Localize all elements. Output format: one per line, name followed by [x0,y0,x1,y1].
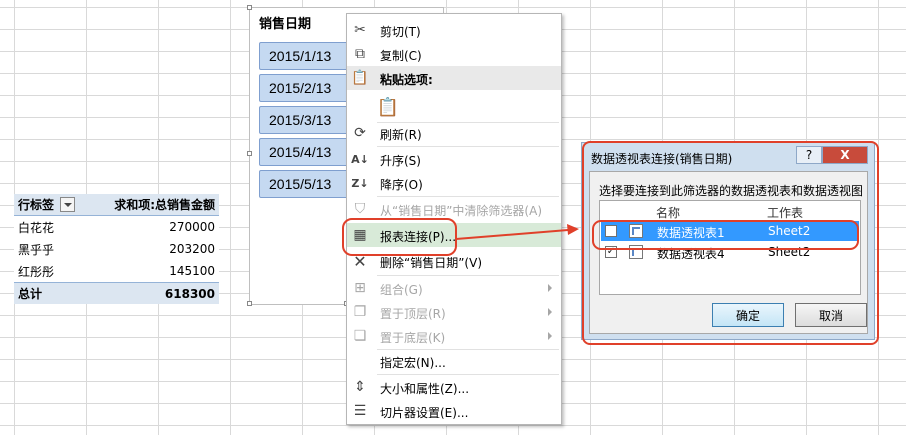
submenu-arrow-icon [548,308,552,316]
resize-handle[interactable] [247,151,252,156]
menu-item-send-to-back: ❏ 置于底层(K) [347,324,561,348]
resize-handle[interactable] [247,5,252,10]
menu-item-report-connections[interactable]: ▦ 报表连接(P)... [347,223,561,247]
bring-to-front-icon: ❐ [353,304,367,320]
row-name: 白花花 [18,220,55,235]
resize-handle[interactable] [247,301,252,306]
refresh-icon: ⟳ [354,125,366,141]
cancel-button[interactable]: 取消 [795,303,867,327]
list-item[interactable]: ✓ 数据透视表4 Sheet2 [601,242,859,262]
menu-item-cut[interactable]: ✂ 剪切(T) [347,18,561,42]
menu-item-sort-descending[interactable]: Z↓ 降序(O) [347,171,561,195]
help-button[interactable]: ? [796,146,822,164]
report-connections-icon: ▦ [353,227,367,243]
clear-filter-icon: ⛉ [354,201,366,217]
column-header-sheet: 工作表 [767,206,804,220]
menu-item-delete[interactable]: ✕ 删除“销售日期”(V) [347,249,561,273]
close-button[interactable]: X [822,146,868,164]
slicer-settings-icon: ☰ [353,403,367,419]
pivot-connections-list: 名称 工作表 数据透视表1 Sheet2 ✓ 数据透视表4 Sheet2 [599,200,861,295]
clipboard-icon: 📋 [351,70,369,86]
size-properties-icon: ⇕ [354,379,366,395]
paste-icon: 📋 [376,96,400,118]
copy-icon: ⧉ [355,46,365,62]
pivot-table-icon [629,224,643,238]
menu-paste-options-header: 📋 粘贴选项: [347,66,561,90]
menu-item-group: ⊞ 组合(G) [347,276,561,300]
submenu-arrow-icon [548,284,552,292]
menu-item-sort-ascending[interactable]: A↓ 升序(S) [347,147,561,171]
row-label-header: 行标签 [18,198,55,212]
dialog-body: 选择要连接到此筛选器的数据透视表和数据透视图 名称 工作表 数据透视表1 She… [589,171,868,334]
pivot-connections-dialog: 数据透视表连接(销售日期) ? X 选择要连接到此筛选器的数据透视表和数据透视图… [581,142,875,340]
row-filter-dropdown-icon[interactable] [60,197,76,212]
menu-item-refresh[interactable]: ⟳ 刷新(R) [347,121,561,145]
row-value: 270000 [169,220,215,234]
menu-item-copy[interactable]: ⧉ 复制(C) [347,42,561,66]
sort-descending-icon: Z↓ [351,176,369,190]
sort-ascending-icon: A↓ [351,152,369,166]
group-icon: ⊞ [354,280,366,296]
value-header: 求和项:总销售金额 [114,198,215,212]
total-row[interactable]: 总计 618300 [14,282,219,304]
row-name: 黑乎乎 [18,242,55,257]
table-row[interactable]: 白花花 270000 [14,216,219,238]
send-to-back-icon: ❏ [353,328,367,344]
scissors-icon: ✂ [354,22,366,38]
dialog-prompt: 选择要连接到此筛选器的数据透视表和数据透视图 [599,184,864,198]
ok-button[interactable]: 确定 [712,303,784,327]
menu-item-clear-filter: ⛉ 从“销售日期”中清除筛选器(A) [347,197,561,221]
row-name: 红彤彤 [18,264,55,279]
menu-item-assign-macro[interactable]: 指定宏(N)... [347,349,561,373]
table-row[interactable]: 红彤彤 145100 [14,260,219,282]
total-label: 总计 [18,287,43,301]
table-row[interactable]: 黑乎乎 203200 [14,238,219,260]
delete-icon: ✕ [353,251,367,271]
context-menu: ✂ 剪切(T) ⧉ 复制(C) 📋 粘贴选项: 📋 ⟳ 刷新(R) A↓ 升序(… [346,13,562,425]
menu-item-bring-to-front: ❐ 置于顶层(R) [347,300,561,324]
pivot-table-icon [629,245,643,259]
checkbox-checked[interactable]: ✓ [605,246,617,258]
pivot-header-row: 行标签 求和项:总销售金额 [14,194,219,216]
submenu-arrow-icon [548,332,552,340]
row-value: 203200 [169,242,215,256]
menu-item-size-properties[interactable]: ⇕ 大小和属性(Z)... [347,375,561,399]
row-value: 145100 [169,264,215,278]
column-header-name: 名称 [656,206,681,220]
menu-item-slicer-settings[interactable]: ☰ 切片器设置(E)... [347,399,561,423]
paste-option-button[interactable]: 📋 [347,92,561,120]
dialog-title: 数据透视表连接(销售日期) [591,152,733,166]
list-item[interactable]: 数据透视表1 Sheet2 [601,221,859,241]
pivot-table: 行标签 求和项:总销售金额 白花花 270000 黑乎乎 203200 红彤彤 … [14,194,219,304]
checkbox[interactable] [605,225,617,237]
total-value: 618300 [164,286,215,301]
